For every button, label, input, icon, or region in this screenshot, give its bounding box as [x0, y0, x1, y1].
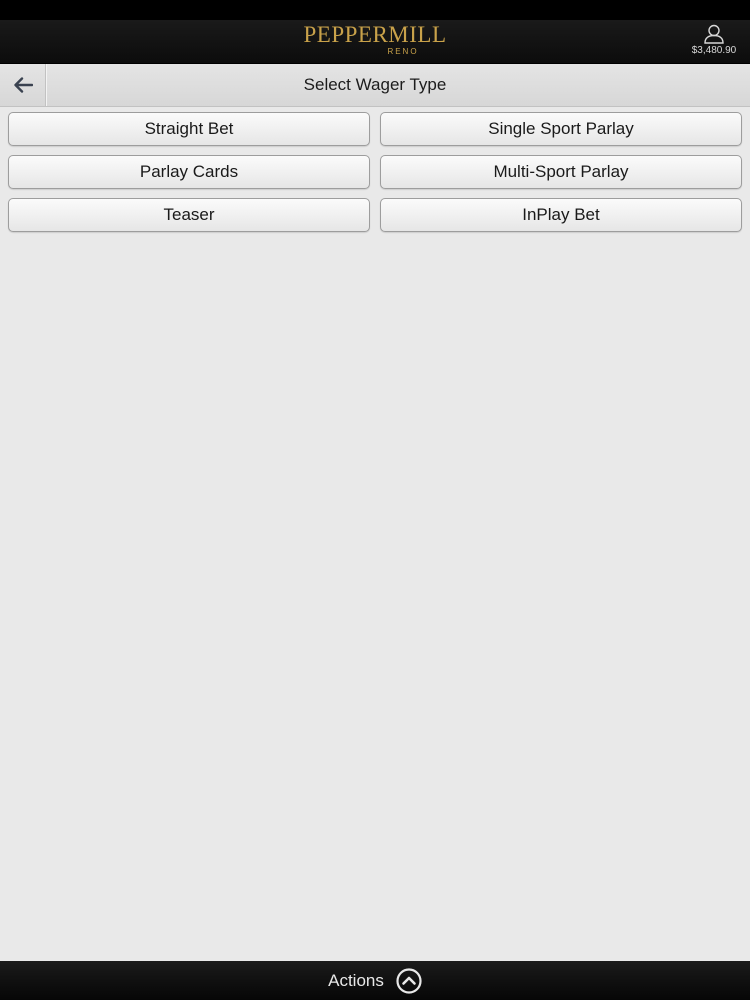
- wager-type-grid: Straight Bet Single Sport Parlay Parlay …: [8, 112, 742, 232]
- page-title: Select Wager Type: [303, 75, 447, 94]
- top-bar: PEPPERMILL RENO $3,480.90: [0, 20, 750, 64]
- multi-sport-parlay-button[interactable]: Multi-Sport Parlay: [380, 155, 742, 189]
- teaser-button[interactable]: Teaser: [8, 198, 370, 232]
- status-bar: [0, 0, 750, 20]
- logo-subtext: RENO: [387, 47, 419, 56]
- straight-bet-button[interactable]: Straight Bet: [8, 112, 370, 146]
- logo-text: PEPPERMILL: [303, 22, 447, 47]
- account-button[interactable]: $3,480.90: [684, 24, 744, 57]
- inplay-bet-button[interactable]: InPlay Bet: [380, 198, 742, 232]
- actions-bar[interactable]: Actions: [0, 961, 750, 1000]
- user-icon: [704, 24, 724, 44]
- header-bar: Select Wager Type: [0, 64, 750, 107]
- single-sport-parlay-button[interactable]: Single Sport Parlay: [380, 112, 742, 146]
- account-balance: $3,480.90: [691, 45, 737, 56]
- actions-label: Actions: [328, 970, 384, 990]
- peppermill-logo: PEPPERMILL RENO: [0, 22, 750, 57]
- chevron-up-circle-icon: [396, 967, 422, 994]
- parlay-cards-button[interactable]: Parlay Cards: [8, 155, 370, 189]
